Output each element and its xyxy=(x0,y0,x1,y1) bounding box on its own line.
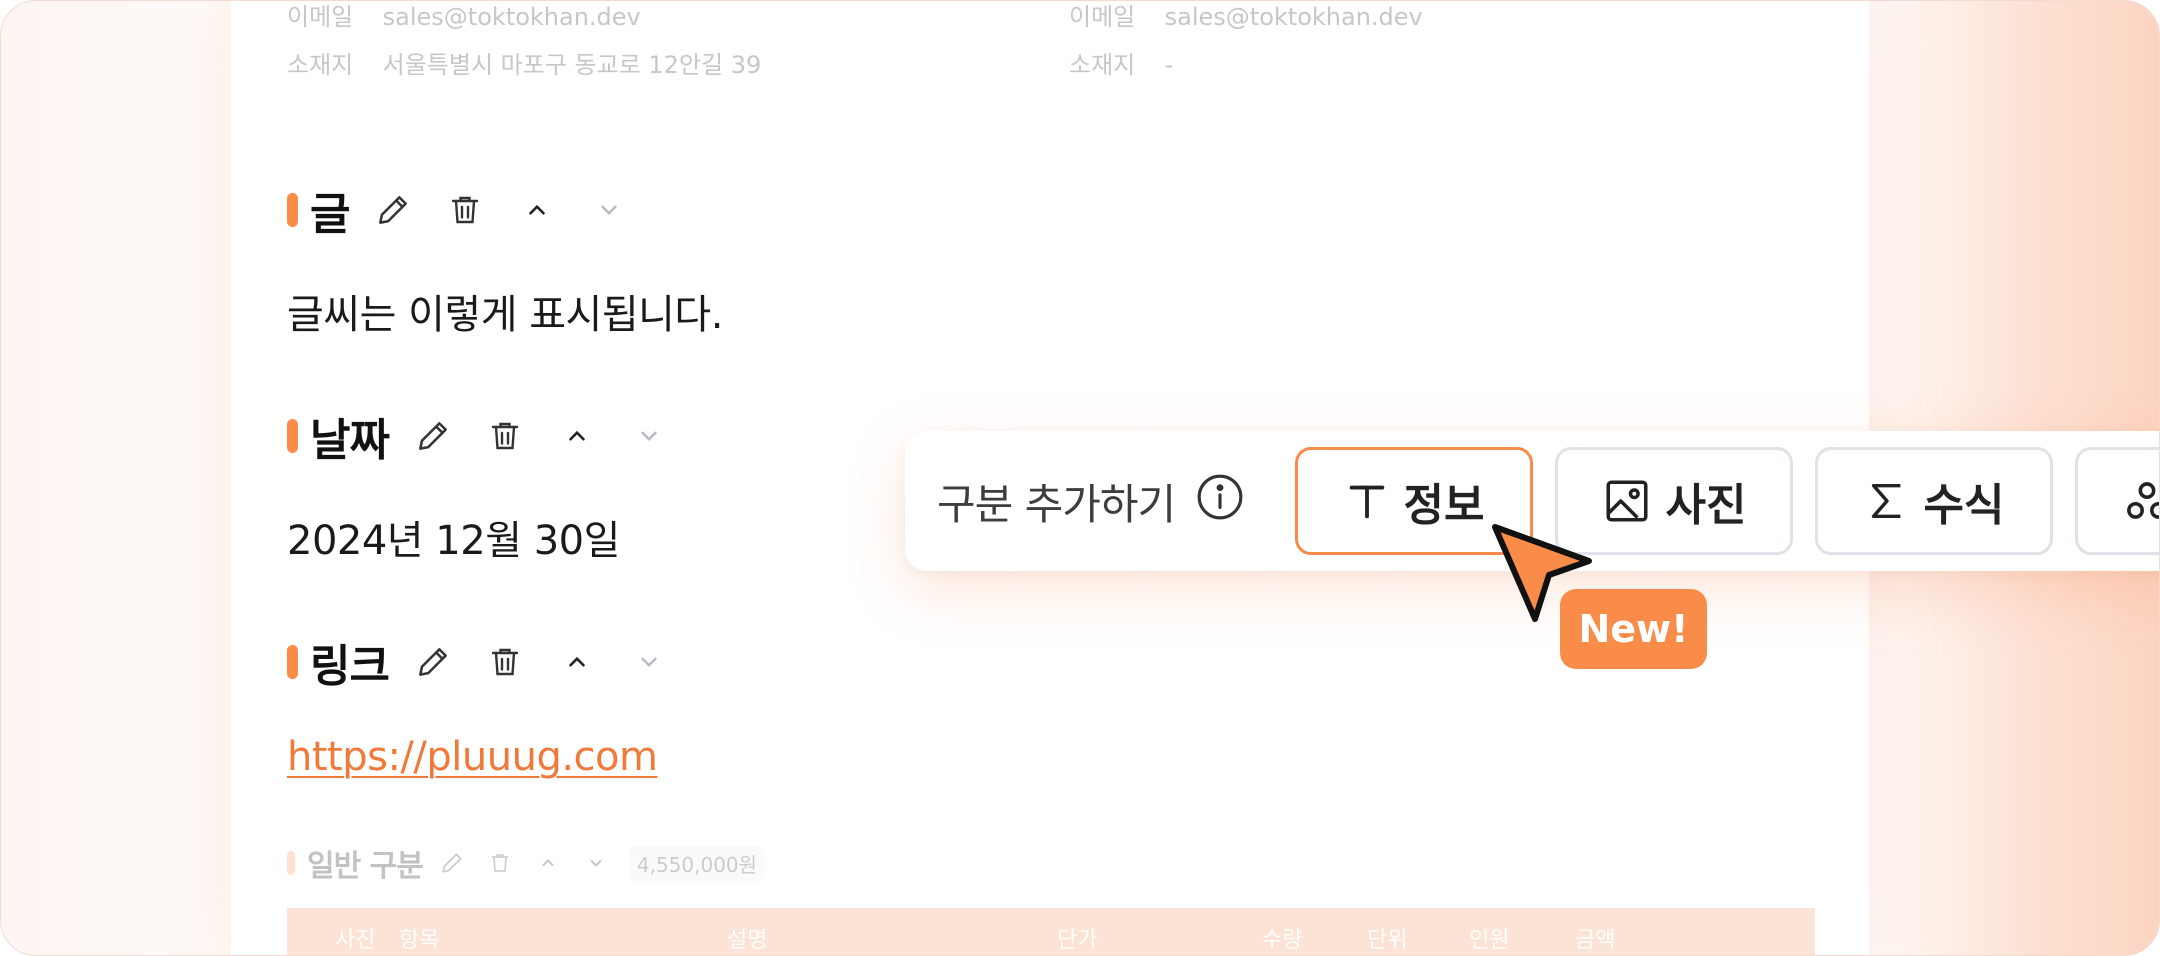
chevron-down-icon[interactable] xyxy=(627,414,671,458)
add-section-label: 구분 추가하기 xyxy=(937,471,1245,532)
image-icon xyxy=(1602,476,1652,526)
col-unit: 단위 xyxy=(1367,928,1408,953)
email-value: sales@toktokhan.dev xyxy=(1164,3,1423,31)
chevron-down-icon[interactable] xyxy=(627,640,671,684)
trash-icon[interactable] xyxy=(485,848,515,878)
section-link: 링크 https://pluuug.com xyxy=(287,632,699,780)
pencil-icon[interactable] xyxy=(437,848,467,878)
col-amount: 금액 xyxy=(1575,928,1616,953)
chevron-up-icon[interactable] xyxy=(555,640,599,684)
pencil-icon[interactable] xyxy=(371,188,415,232)
items-table-header: 사진 항목 설명 단가 수량 단위 인원 금액 xyxy=(287,908,1815,955)
section-header: 글 xyxy=(287,180,723,240)
button-label: 사진 xyxy=(1665,480,1747,531)
info-address-row-left: 소재지 서울특별시 마포구 동교로 12안길 39 xyxy=(287,45,761,80)
section-content: https://pluuug.com xyxy=(287,734,699,780)
section-title: 날짜 xyxy=(310,415,390,466)
accent-bar xyxy=(287,419,298,453)
trash-icon[interactable] xyxy=(443,188,487,232)
info-email-row-right: 이메일 sales@toktokhan.dev xyxy=(1069,1,1423,32)
chevron-down-icon[interactable] xyxy=(581,848,611,878)
window-frame: 이메일 sales@toktokhan.dev 소재지 서울특별시 마포구 동교… xyxy=(0,0,2160,956)
section-title: 링크 xyxy=(310,641,390,692)
email-label: 이메일 xyxy=(287,3,354,31)
button-label: 정보 xyxy=(1403,480,1485,531)
col-photo: 사진 xyxy=(335,928,376,953)
email-label: 이메일 xyxy=(1069,3,1136,31)
add-more-button[interactable] xyxy=(2075,447,2159,555)
col-unit-price: 단가 xyxy=(1057,928,1098,953)
button-label: 수식 xyxy=(1923,480,2005,531)
chevron-up-icon[interactable] xyxy=(515,188,559,232)
add-section-text: 구분 추가하기 xyxy=(937,480,1176,529)
section-content: 2024년 12월 30일 xyxy=(287,518,620,564)
accent-bar xyxy=(287,851,295,875)
email-value: sales@toktokhan.dev xyxy=(382,3,641,31)
new-badge: New! xyxy=(1560,589,1707,669)
group-icon xyxy=(2122,476,2159,526)
text-t-icon xyxy=(1344,478,1390,524)
col-item: 항목 xyxy=(399,928,440,953)
info-icon[interactable] xyxy=(1195,472,1245,532)
chevron-up-icon[interactable] xyxy=(533,848,563,878)
section-date: 날짜 2024년 12월 30일 xyxy=(287,406,699,566)
chevron-down-icon[interactable] xyxy=(587,188,631,232)
trash-icon[interactable] xyxy=(483,640,527,684)
accent-bar xyxy=(287,193,298,227)
trash-icon[interactable] xyxy=(483,414,527,458)
chevron-up-icon[interactable] xyxy=(555,414,599,458)
address-value: 서울특별시 마포구 동교로 12안길 39 xyxy=(382,51,762,79)
address-value: - xyxy=(1164,51,1174,79)
amount-badge: 4,550,000원 xyxy=(628,845,766,881)
section-general: 일반 구분 4,550,000원 xyxy=(287,841,766,885)
section-title: 글 xyxy=(310,189,350,240)
add-formula-button[interactable]: 수식 xyxy=(1815,447,2053,555)
info-address-row-right: 소재지 - xyxy=(1069,45,1173,80)
pencil-icon[interactable] xyxy=(411,640,455,684)
pencil-icon[interactable] xyxy=(411,414,455,458)
col-people: 인원 xyxy=(1469,928,1510,953)
section-text: 글 글씨는 이렇게 표시됩니다. xyxy=(287,180,723,340)
address-label: 소재지 xyxy=(287,51,354,79)
url-link[interactable]: https://pluuug.com xyxy=(287,734,658,780)
address-label: 소재지 xyxy=(1069,51,1136,79)
sigma-icon xyxy=(1864,476,1910,526)
accent-bar xyxy=(287,645,298,679)
section-title: 일반 구분 xyxy=(307,849,424,884)
info-email-row-left: 이메일 sales@toktokhan.dev xyxy=(287,1,641,32)
col-quantity: 수량 xyxy=(1262,928,1303,953)
col-description: 설명 xyxy=(727,928,768,953)
section-header: 날짜 xyxy=(287,406,699,466)
section-content: 글씨는 이렇게 표시됩니다. xyxy=(287,292,723,338)
section-header: 링크 xyxy=(287,632,699,692)
